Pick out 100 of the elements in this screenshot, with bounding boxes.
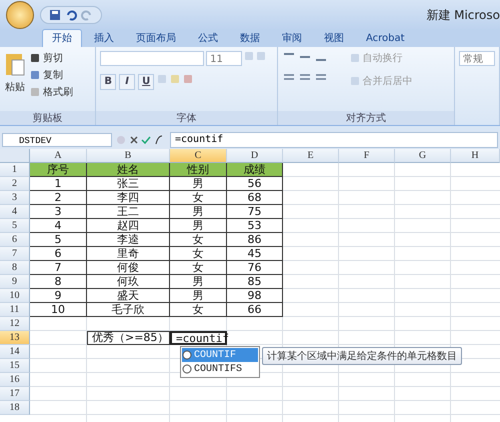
office-button[interactable] (6, 1, 34, 29)
table-cell: 9 (30, 289, 87, 303)
number-format-field[interactable]: 常规 (459, 51, 495, 66)
header-cell: 姓名 (87, 163, 170, 177)
ribbon-tab[interactable]: 数据 (230, 29, 270, 47)
table-cell: 李逵 (87, 233, 170, 247)
row-header[interactable]: 14 (0, 345, 30, 359)
column-header[interactable]: G (395, 149, 451, 163)
ribbon-tab[interactable]: 插入 (84, 29, 124, 47)
table-cell: 赵四 (87, 219, 170, 233)
row-header[interactable]: 10 (0, 289, 30, 303)
table-cell: 里奇 (87, 247, 170, 261)
row-header[interactable]: 8 (0, 261, 30, 275)
header-cell: 成绩 (227, 163, 283, 177)
table-cell: 男 (170, 205, 227, 219)
table-cell: 毛子欣 (87, 303, 170, 317)
font-name-field[interactable] (100, 51, 204, 66)
row-header[interactable]: 13 (0, 331, 30, 345)
row-header[interactable]: 15 (0, 359, 30, 373)
ribbon-tab[interactable]: 视图 (314, 29, 354, 47)
ribbon-tab[interactable]: Acrobat (356, 29, 415, 47)
ribbon-tab[interactable]: 开始 (42, 29, 82, 47)
table-cell: 53 (227, 219, 283, 233)
row-header[interactable]: 17 (0, 387, 30, 401)
table-cell: 85 (227, 275, 283, 289)
table-cell: 6 (30, 247, 87, 261)
window-title: 新建 Microso (426, 6, 500, 24)
table-cell: 66 (227, 303, 283, 317)
table-cell: 何俊 (87, 261, 170, 275)
table-cell: 女 (170, 261, 227, 275)
clipboard-button[interactable]: 剪切 (30, 51, 73, 65)
column-header[interactable]: E (283, 149, 339, 163)
row-header[interactable]: 12 (0, 317, 30, 331)
column-header[interactable]: C (170, 149, 227, 163)
table-cell: 56 (227, 177, 283, 191)
row-header[interactable]: 3 (0, 191, 30, 205)
table-cell: 王二 (87, 205, 170, 219)
table-cell: 何玖 (87, 275, 170, 289)
format-button[interactable]: B (100, 74, 116, 90)
row-header[interactable]: 11 (0, 303, 30, 317)
row-header[interactable]: 16 (0, 373, 30, 387)
format-button[interactable]: U (138, 74, 154, 90)
group-label: 对齐方式 (278, 111, 454, 125)
table-cell: 男 (170, 275, 227, 289)
table-cell: 1 (30, 177, 87, 191)
row-header[interactable]: 1 (0, 163, 30, 177)
format-button[interactable]: I (119, 74, 136, 90)
row-header[interactable]: 6 (0, 233, 30, 247)
clipboard-icon[interactable] (4, 51, 26, 77)
clipboard-button[interactable]: 复制 (30, 68, 73, 82)
row-header[interactable]: 4 (0, 205, 30, 219)
table-cell: 女 (170, 191, 227, 205)
ribbon-tab[interactable]: 审阅 (272, 29, 312, 47)
ribbon-tab[interactable]: 页面布局 (126, 29, 186, 47)
row-header[interactable]: 2 (0, 177, 30, 191)
header-cell: 序号 (30, 163, 87, 177)
group-label: 剪贴板 (0, 111, 96, 125)
table-cell: 4 (30, 219, 87, 233)
table-cell: 10 (30, 303, 87, 317)
header-cell: 性别 (170, 163, 227, 177)
row-header[interactable]: 7 (0, 247, 30, 261)
table-cell: 75 (227, 205, 283, 219)
ribbon-tab[interactable]: 公式 (188, 29, 228, 47)
column-header[interactable]: F (339, 149, 395, 163)
table-cell: 8 (30, 275, 87, 289)
table-cell: 2 (30, 191, 87, 205)
table-cell: 女 (170, 233, 227, 247)
column-header[interactable]: B (87, 149, 170, 163)
clipboard-button[interactable]: 格式刷 (30, 85, 73, 99)
function-tooltip: 计算某个区域中满足给定条件的单元格数目 (262, 347, 462, 365)
undo-icon[interactable] (65, 9, 77, 21)
table-cell: 7 (30, 261, 87, 275)
group-label: 字体 (96, 111, 277, 125)
table-cell: 盛天 (87, 289, 170, 303)
table-cell: 86 (227, 233, 283, 247)
row-header[interactable]: 9 (0, 275, 30, 289)
table-cell: 女 (170, 247, 227, 261)
table-cell: 45 (227, 247, 283, 261)
table-cell: 男 (170, 219, 227, 233)
formula-field[interactable]: =countif (170, 132, 498, 148)
table-cell: 女 (170, 303, 227, 317)
table-cell: 3 (30, 205, 87, 219)
column-header[interactable]: H (451, 149, 500, 163)
table-cell: 5 (30, 233, 87, 247)
row-header[interactable]: 18 (0, 401, 30, 415)
table-cell: 男 (170, 289, 227, 303)
table-cell: 张三 (87, 177, 170, 191)
table-cell: 98 (227, 289, 283, 303)
font-size-field[interactable]: 11 (206, 51, 242, 66)
column-header[interactable]: A (30, 149, 87, 163)
save-icon[interactable] (49, 9, 61, 21)
paste-button[interactable]: 粘贴 (5, 80, 25, 94)
table-cell: 76 (227, 261, 283, 275)
table-cell: 李四 (87, 191, 170, 205)
table-cell: 男 (170, 177, 227, 191)
name-box[interactable]: DSTDEV (2, 133, 112, 147)
table-cell: 68 (227, 191, 283, 205)
table-cell: 优秀（>=85） (87, 331, 170, 345)
row-header[interactable]: 5 (0, 219, 30, 233)
column-header[interactable]: D (227, 149, 283, 163)
